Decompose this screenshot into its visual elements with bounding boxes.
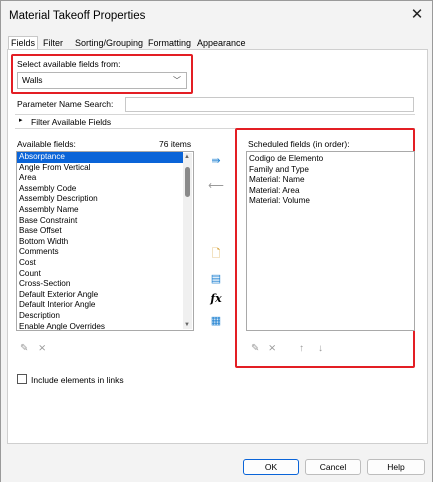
include-links-checkbox[interactable] bbox=[17, 374, 27, 384]
available-field-item[interactable]: Cost bbox=[17, 258, 183, 269]
available-field-item[interactable]: Assembly Code bbox=[17, 184, 183, 195]
filter-label[interactable]: Filter Available Fields bbox=[31, 117, 111, 127]
scrollbar[interactable]: ▲ ▼ bbox=[183, 153, 192, 329]
available-field-item[interactable]: Angle From Vertical bbox=[17, 163, 183, 174]
scheduled-field-item[interactable]: Material: Name bbox=[247, 175, 414, 186]
chevron-down-icon: ﹀ bbox=[173, 76, 181, 85]
parameter-search-input[interactable] bbox=[125, 97, 414, 112]
add-field-icon[interactable]: ⇛ bbox=[208, 153, 224, 169]
available-field-item[interactable]: Description bbox=[17, 311, 183, 322]
edit-icon[interactable]: ✎ bbox=[251, 343, 259, 354]
close-icon[interactable]: ✕ bbox=[407, 5, 427, 25]
available-field-item[interactable]: Default Exterior Angle bbox=[17, 290, 183, 301]
available-field-item[interactable]: Base Offset bbox=[17, 226, 183, 237]
available-field-item[interactable]: Cross-Section bbox=[17, 279, 183, 290]
scheduled-label: Scheduled fields (in order): bbox=[248, 139, 350, 149]
new-parameter-icon[interactable]: 🗋 bbox=[208, 246, 224, 262]
ok-button[interactable]: OK bbox=[243, 459, 299, 475]
available-field-item[interactable]: Default Interior Angle bbox=[17, 300, 183, 311]
search-label: Parameter Name Search: bbox=[17, 99, 114, 109]
available-field-item[interactable]: Count bbox=[17, 269, 183, 280]
dialog-window: Material Takeoff Properties ✕ Fields Fil… bbox=[0, 0, 433, 482]
move-down-icon[interactable]: ↓ bbox=[318, 343, 323, 354]
available-label: Available fields: bbox=[17, 139, 76, 149]
delete-parameter-icon[interactable]: ⨯ bbox=[38, 343, 46, 354]
available-count: 76 items bbox=[159, 139, 192, 149]
scroll-down-icon[interactable]: ▼ bbox=[184, 322, 190, 328]
available-field-item[interactable]: Assembly Description bbox=[17, 194, 183, 205]
source-value: Walls bbox=[22, 75, 43, 85]
help-button[interactable]: Help bbox=[367, 459, 425, 475]
cancel-button[interactable]: Cancel bbox=[305, 459, 361, 475]
scheduled-fields-list[interactable]: Codigo de Elemento Family and Type Materia… bbox=[246, 151, 415, 331]
scheduled-field-item[interactable]: Codigo de Elemento bbox=[247, 154, 414, 165]
available-field-item[interactable]: Enable Angle Overrides bbox=[17, 322, 183, 331]
available-field-item[interactable]: Absorptance bbox=[17, 152, 183, 163]
source-label: Select available fields from: bbox=[17, 59, 121, 69]
available-field-item[interactable]: Area bbox=[17, 173, 183, 184]
available-field-item[interactable]: Bottom Width bbox=[17, 237, 183, 248]
source-dropdown[interactable]: Walls ﹀ bbox=[17, 72, 187, 89]
delete-parameter-icon[interactable]: ⨯ bbox=[268, 343, 276, 354]
scheduled-field-item[interactable]: Family and Type bbox=[247, 165, 414, 176]
combine-parameters-icon[interactable]: ▤ bbox=[208, 271, 224, 287]
move-up-icon[interactable]: ↑ bbox=[299, 343, 304, 354]
scroll-up-icon[interactable]: ▲ bbox=[184, 154, 190, 160]
project-parameter-icon[interactable]: ▦ bbox=[208, 313, 224, 329]
calculated-value-icon[interactable]: fx bbox=[208, 291, 224, 307]
scroll-thumb[interactable] bbox=[185, 167, 190, 197]
window-title: Material Takeoff Properties bbox=[9, 10, 146, 22]
divider bbox=[15, 114, 415, 115]
available-field-item[interactable]: Base Constraint bbox=[17, 216, 183, 227]
title-bar: Material Takeoff Properties ✕ bbox=[1, 1, 432, 31]
edit-icon[interactable]: ✎ bbox=[20, 343, 28, 354]
remove-field-icon[interactable]: ⟵ bbox=[208, 178, 224, 194]
include-links-label[interactable]: Include elements in links bbox=[31, 375, 124, 385]
scheduled-field-item[interactable]: Material: Volume bbox=[247, 196, 414, 207]
available-fields-list[interactable]: Absorptance Angle From Vertical Area Assemb… bbox=[16, 151, 194, 331]
expand-arrow-icon[interactable]: ▸ bbox=[19, 116, 23, 124]
available-field-item[interactable]: Assembly Name bbox=[17, 205, 183, 216]
available-field-item[interactable]: Comments bbox=[17, 247, 183, 258]
scheduled-field-item[interactable]: Material: Area bbox=[247, 186, 414, 197]
